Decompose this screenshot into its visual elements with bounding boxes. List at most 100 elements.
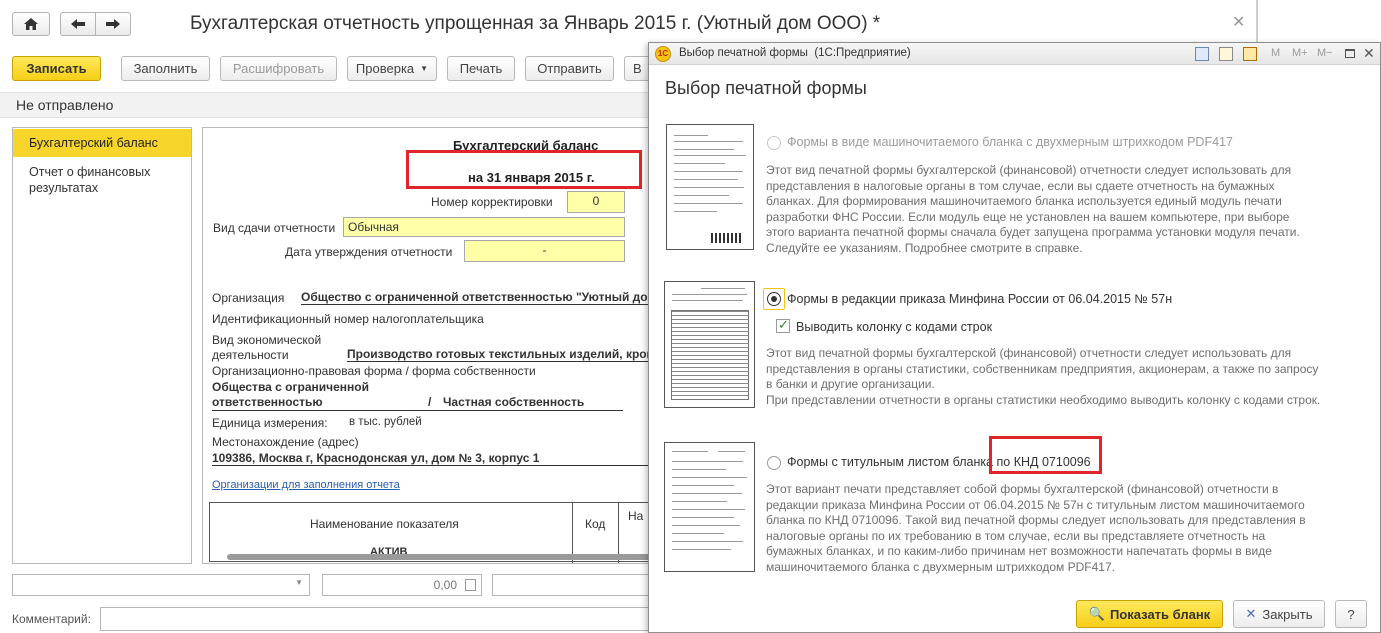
back-button[interactable] (60, 12, 96, 36)
address-label: Местонахождение (адрес) (212, 435, 359, 449)
option-label-minfin: Формы в редакции приказа Минфина России … (787, 292, 1173, 306)
desc-line: Этот вид печатной формы бухгалтерской (ф… (766, 163, 1292, 177)
desc-line: разработки ФНС России. Если модуль еще н… (766, 209, 1290, 224)
red-highlight-date (406, 150, 642, 189)
calculator-icon[interactable] (465, 579, 476, 591)
form-thumbnail-pdf417 (666, 124, 754, 250)
show-form-button[interactable]: 🔍 Показать бланк (1076, 600, 1223, 628)
decode-button[interactable]: Расшифровать (220, 56, 337, 81)
desc-line: налоговые органы по их требованию в том … (766, 528, 1266, 543)
window-title: Бухгалтерская отчетность упрощенная за Я… (190, 13, 881, 34)
option-desc-minfin: Этот вид печатной формы бухгалтерской (ф… (766, 346, 1320, 408)
desc-line: бумажных бланках, и по каким-либо причин… (766, 544, 1272, 558)
legal-form-label: Организационно-правовая форма / форма со… (212, 364, 536, 378)
close-x-icon: ✕ (1245, 606, 1257, 621)
fill-button[interactable]: Заполнить (121, 56, 210, 81)
maximize-icon[interactable] (1345, 49, 1355, 58)
col-header-name: Наименование показателя (310, 517, 459, 531)
form-thumbnail-minfin (664, 281, 755, 408)
checkmark-icon: ✓ (778, 317, 789, 332)
close-label: Закрыть (1262, 606, 1313, 622)
tool-m-plus-icon[interactable]: M+ (1292, 47, 1308, 59)
barcode-icon (711, 233, 741, 243)
desc-line: этого варианта печатной формы сначала бу… (766, 225, 1300, 239)
window-close-icon[interactable]: ✕ (1232, 12, 1245, 32)
line-codes-checkbox[interactable]: ✓ (776, 317, 790, 333)
form-thumbnail-knd (664, 442, 755, 572)
submission-type-label: Вид сдачи отчетности (213, 221, 336, 235)
print-form-dialog: 1С Выбор печатной формы (1С:Предприятие)… (648, 42, 1381, 633)
line-codes-label: Выводить колонку с кодами строк (796, 320, 993, 334)
tool-list-icon[interactable] (1219, 47, 1233, 61)
amount-field[interactable]: 0,00 (322, 574, 482, 596)
approval-date-field[interactable]: - (464, 240, 625, 262)
tool-calendar-icon[interactable] (1243, 47, 1257, 61)
sections-panel: Бухгалтерский баланс Отчет о финансовых … (12, 127, 192, 564)
activity-value: Производство готовых текстильных изделий… (347, 347, 649, 362)
radio-knd[interactable] (767, 456, 781, 470)
comment-label: Комментарий: (12, 612, 91, 626)
save-button[interactable]: Записать (12, 56, 101, 81)
tool-save-icon[interactable] (1195, 47, 1209, 61)
legal-form-value-1: Общества с ограниченной (212, 380, 369, 394)
submission-type-field[interactable]: Обычная (343, 217, 625, 237)
send-button[interactable]: Отправить (525, 56, 614, 81)
orgs-link[interactable]: Организации для заполнения отчета (212, 479, 400, 491)
legal-form-value-2: ответственностью (212, 395, 323, 409)
radio-focus-frame (763, 288, 785, 310)
close-button[interactable]: ✕ Закрыть (1233, 600, 1325, 628)
section-item-financial-results[interactable]: Отчет о финансовых результатах (29, 164, 169, 196)
activity-label-2: деятельности (212, 348, 289, 362)
red-highlight-knd (989, 436, 1102, 474)
desc-line: представления в органы статистики, собст… (766, 361, 1319, 376)
close-icon[interactable]: ✕ (1363, 45, 1375, 62)
check-button[interactable]: Проверка ▼ (347, 56, 437, 81)
col-header-code: Код (585, 517, 606, 531)
activity-label-1: Вид экономической (212, 333, 322, 347)
tool-m-minus-icon[interactable]: M− (1317, 47, 1333, 59)
desc-line: При представлении отчетности в органы ст… (766, 392, 1321, 407)
tool-m-icon[interactable]: M (1271, 47, 1280, 59)
form-area: Бухгалтерский баланс на 31 января 2015 г… (202, 127, 650, 564)
desc-line: бланках. Для формирования машиночитаемог… (766, 194, 1282, 208)
address-value: 109386, Москва г, Краснодонская ул, дом … (212, 451, 649, 466)
section-item-balance[interactable]: Бухгалтерский баланс (13, 129, 191, 157)
horizontal-scrollbar[interactable] (227, 554, 649, 560)
col-header-on: На (628, 509, 644, 523)
unit-value: в тыс. рублей (349, 416, 422, 428)
dialog-heading: Выбор печатной формы (665, 78, 867, 98)
approval-date-label: Дата утверждения отчетности (285, 245, 453, 259)
home-icon (24, 18, 38, 30)
bottom-extra-field[interactable] (492, 574, 652, 596)
send-status: Не отправлено (16, 97, 114, 113)
dialog-title: Выбор печатной формы (1С:Предприятие) (679, 47, 911, 59)
dialog-titlebar: 1С Выбор печатной формы (1С:Предприятие)… (649, 43, 1380, 65)
forward-button[interactable] (95, 12, 131, 36)
print-button[interactable]: Печать (447, 56, 515, 81)
desc-line: в банки и другие организации. (766, 377, 935, 391)
amount-value: 0,00 (433, 578, 457, 592)
desc-line: машиночитаемого бланка с двухмерным штри… (766, 559, 1115, 574)
indicators-table: Наименование показателя Код На АКТИВ (209, 502, 649, 563)
option-desc-pdf417: Этот вид печатной формы бухгалтерской (ф… (766, 163, 1300, 256)
desc-line: Следуйте ее указаниям. Подробнее смотрит… (766, 240, 1083, 255)
arrow-right-icon (106, 19, 120, 29)
home-button[interactable] (12, 12, 50, 36)
arrow-left-icon (71, 19, 85, 29)
search-icon: 🔍 (1088, 606, 1105, 621)
app-logo-icon: 1С (655, 46, 671, 62)
section-label: Бухгалтерский баланс (29, 136, 158, 150)
desc-line: редакции приказа Минфина России от 06.04… (766, 497, 1305, 512)
dropdown-arrow-icon: ▼ (420, 64, 429, 73)
desc-line: Этот вид печатной формы бухгалтерской (ф… (766, 346, 1292, 360)
option-desc-knd: Этот вариант печати представляет собой ф… (766, 482, 1306, 575)
option-label-pdf417: Формы в виде машиночитаемого бланка с дв… (787, 135, 1233, 149)
radio-pdf417[interactable] (767, 136, 781, 150)
legal-form-underline (212, 410, 623, 411)
show-form-label: Показать бланк (1109, 606, 1211, 622)
unit-label: Единица измерения: (212, 416, 328, 430)
help-button[interactable]: ? (1335, 600, 1367, 628)
comment-field[interactable] (100, 607, 652, 631)
correction-field[interactable]: 0 (567, 191, 625, 213)
bottom-select-field[interactable]: ▼ (12, 574, 310, 596)
